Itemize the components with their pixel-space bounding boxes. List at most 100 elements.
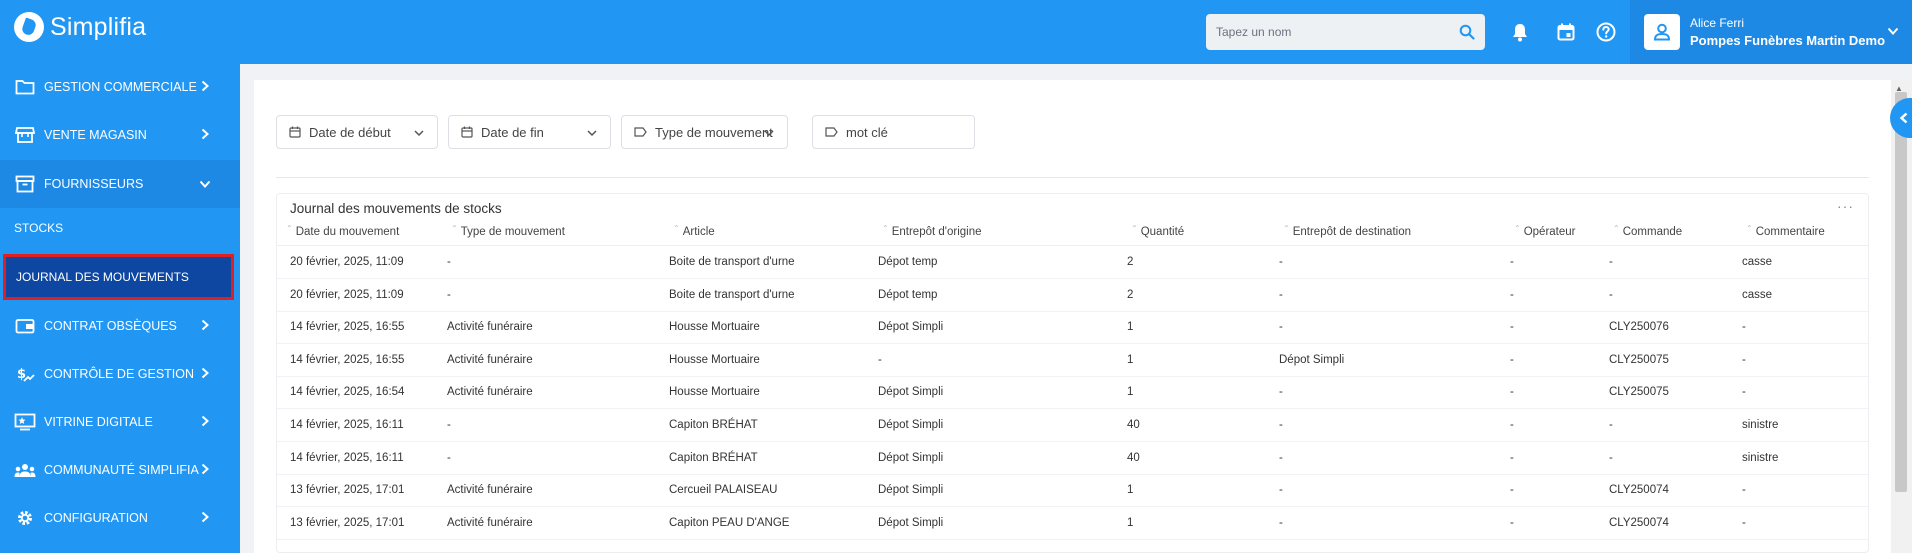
column-header[interactable]: Commande (1613, 226, 1682, 238)
table-cell: - (1609, 256, 1613, 268)
more-options-button[interactable]: ··· (1837, 198, 1854, 214)
filter-label: Date de début (309, 124, 391, 140)
sidebar-item-contrat-obseques[interactable]: CONTRAT OBSÈQUES (0, 303, 240, 349)
table-row[interactable]: 14 février, 2025, 16:55 Activité funérair… (277, 344, 1868, 377)
table-row[interactable]: 20 février, 2025, 11:09 - Boite de transpo… (277, 246, 1868, 279)
table-cell: Dépot Simpli (878, 516, 944, 529)
wallet-icon (13, 316, 37, 336)
help-icon (1596, 22, 1616, 42)
table-cell: - (1279, 256, 1283, 268)
column-header[interactable]: Entrepôt d'origine (882, 226, 982, 238)
user-menu[interactable]: Alice Ferri Pompes Funèbres Martin Demo (1630, 0, 1912, 64)
chevron-right-icon (201, 415, 209, 427)
sidebar-item-label: COMMUNAUTÉ SIMPLIFIA (44, 463, 199, 477)
table-cell: - (1279, 288, 1283, 301)
table-cell: 2 (1127, 288, 1134, 301)
movement-type-filter[interactable]: Type de mouvement (621, 115, 788, 149)
sidebar-item-configuration[interactable]: CONFIGURATION (0, 495, 240, 541)
filter-label: Date de fin (481, 124, 544, 140)
column-header[interactable]: Article (673, 226, 715, 238)
chevron-right-icon (201, 80, 209, 92)
column-header[interactable]: Opérateur (1514, 226, 1576, 238)
column-header[interactable]: Quantité (1131, 226, 1184, 238)
table-cell: Dépot Simpli (878, 419, 944, 431)
table-cell: 1 (1127, 484, 1134, 497)
sidebar-item-vitrine-digitale[interactable]: VITRINE DIGITALE (0, 399, 240, 445)
table-cell: - (1742, 321, 1746, 334)
scrollbar-thumb[interactable] (1895, 92, 1907, 492)
column-header[interactable]: Type de mouvement (451, 226, 565, 238)
column-header[interactable]: Date du mouvement (286, 226, 400, 238)
sidebar-item-label: CONFIGURATION (44, 511, 148, 525)
table-cell: Dépot temp (878, 256, 938, 268)
user-company: Pompes Funèbres Martin Demo (1690, 33, 1886, 48)
app-logo[interactable]: Simplifia (14, 12, 146, 42)
table-row[interactable]: 14 février, 2025, 16:11 - Capiton BRÉHAT Dé… (277, 409, 1868, 442)
sidebar-subitem-stocks[interactable]: STOCKS (0, 208, 240, 248)
chevron-down-icon (199, 180, 211, 188)
table-cell: - (1510, 321, 1514, 334)
sidebar-item-controle-de-gestion[interactable]: $ CONTRÔLE DE GESTION (0, 351, 240, 397)
notifications-button[interactable] (1508, 20, 1532, 44)
help-button[interactable] (1594, 20, 1618, 44)
table-cell: Capiton BRÉHAT (669, 419, 758, 431)
user-name: Alice Ferri (1690, 16, 1745, 30)
table-cell: casse (1742, 256, 1773, 268)
table-cell: Boite de transport d'urne (669, 256, 795, 268)
table-cell: Boite de transport d'urne (669, 288, 795, 301)
table-cell: - (1510, 484, 1514, 497)
table-cell: CLY250076 (1609, 321, 1669, 334)
search-input[interactable] (1206, 14, 1436, 50)
table-row[interactable]: 13 février, 2025, 17:01 Activité funérair… (277, 474, 1868, 508)
sidebar-item-vente-magasin[interactable]: VENTE MAGASIN (0, 112, 240, 158)
chevron-down-icon (414, 130, 424, 137)
chevron-down-icon (764, 130, 774, 137)
sidebar-item-communaute-simplifia[interactable]: COMMUNAUTÉ SIMPLIFIA (0, 447, 240, 493)
bell-icon (1513, 24, 1527, 42)
table-cell: - (1279, 321, 1283, 334)
chevron-down-icon (1887, 27, 1899, 35)
sidebar-subitem-journal-des-mouvements[interactable]: JOURNAL DES MOUVEMENTS (3, 254, 234, 300)
column-header[interactable]: Commentaire (1746, 226, 1825, 238)
table-cell: sinistre (1742, 451, 1779, 464)
table-cell: Capiton BRÉHAT (669, 451, 758, 464)
table-cell: - (1279, 484, 1283, 497)
showcase-icon (13, 412, 37, 432)
table-row[interactable]: 20 février, 2025, 11:09 - Boite de transpo… (277, 279, 1868, 312)
table-cell: - (878, 353, 882, 366)
table-cell: sinistre (1742, 419, 1779, 431)
table-cell: - (1279, 451, 1283, 464)
table-cell: Activité funéraire (447, 516, 533, 529)
filter-label: Type de mouvement (655, 124, 773, 140)
start-date-filter[interactable]: Date de début (276, 115, 438, 149)
table-row[interactable]: 14 février, 2025, 16:55 Activité funérair… (277, 311, 1868, 345)
keyword-filter[interactable]: mot clé (812, 115, 975, 149)
table-row[interactable]: 14 février, 2025, 16:11 - Capiton BRÉHAT Dé… (277, 442, 1868, 475)
table-cell: 20 février, 2025, 11:09 (290, 288, 404, 301)
table-cell: - (1609, 451, 1613, 464)
search-button[interactable] (1449, 14, 1485, 50)
table-cell: CLY250074 (1609, 516, 1669, 529)
chevron-left-icon (1899, 112, 1908, 124)
table-cell: - (1279, 516, 1283, 529)
sidebar-subitem-label: JOURNAL DES MOUVEMENTS (16, 270, 189, 284)
sidebar-item-gestion-commerciale[interactable]: GESTION COMMERCIALE (0, 64, 240, 110)
keyword-input[interactable]: mot clé (846, 125, 888, 140)
table-row[interactable]: 14 février, 2025, 16:54 Activité funérair… (277, 376, 1868, 410)
sidebar-item-label: FOURNISSEURS (44, 177, 144, 191)
table-cell: 14 février, 2025, 16:54 (290, 386, 405, 399)
table-cell: Dépot Simpli (878, 386, 944, 399)
card-title: Journal des mouvements de stocks (290, 201, 502, 216)
calendar-button[interactable] (1554, 20, 1578, 44)
end-date-filter[interactable]: Date de fin (448, 115, 611, 149)
table-row[interactable]: 13 février, 2025, 17:01 Activité funérair… (277, 507, 1868, 540)
table-cell: Activité funéraire (447, 321, 533, 334)
divider (276, 177, 1869, 178)
folder-icon (13, 77, 37, 97)
table-cell: CLY250074 (1609, 484, 1669, 497)
table-cell: - (1742, 484, 1746, 497)
sidebar-item-fournisseurs[interactable]: FOURNISSEURS (0, 160, 240, 208)
main-content: Date de début Date de fin Type de mouvem… (254, 80, 1891, 553)
column-header[interactable]: Entrepôt de destination (1283, 226, 1411, 238)
table-cell: - (1742, 516, 1746, 529)
